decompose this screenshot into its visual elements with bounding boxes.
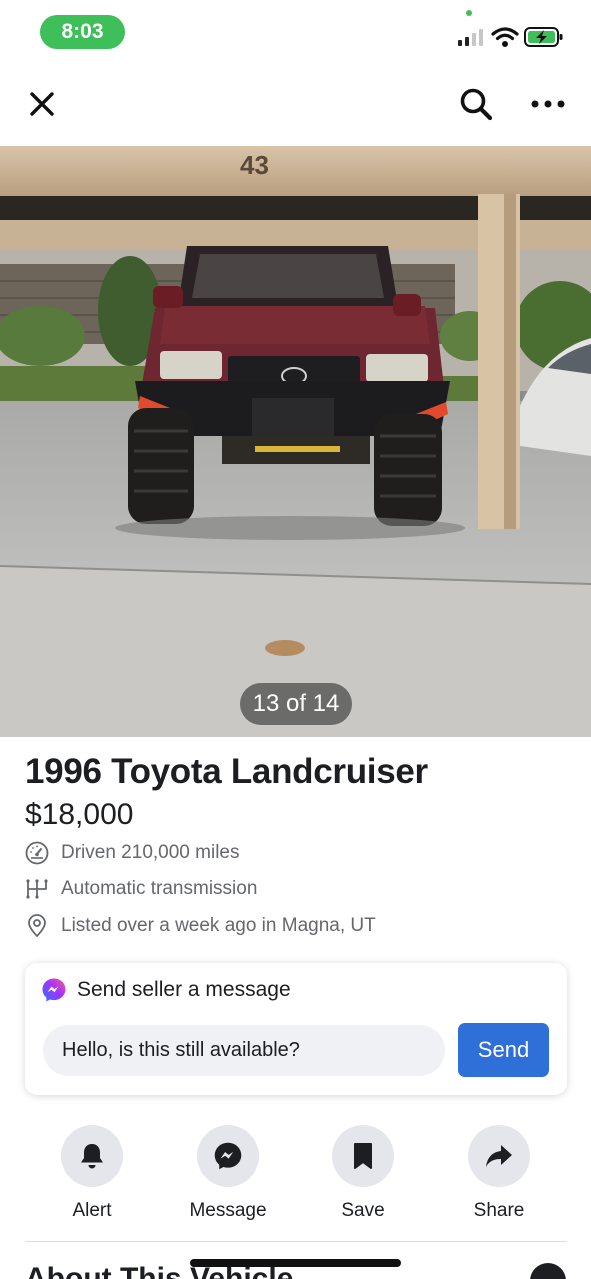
action-row: Alert Message Save Share	[0, 1125, 591, 1225]
alert-button-label: Alert	[72, 1200, 112, 1221]
save-button[interactable]: Save	[303, 1125, 423, 1222]
message-button-label: Message	[189, 1200, 267, 1221]
message-button[interactable]: Message	[168, 1125, 288, 1222]
status-indicator-dot	[466, 10, 472, 16]
save-button-label: Save	[341, 1200, 385, 1221]
detail-location: Listed over a week ago in Magna, UT	[25, 911, 376, 941]
bell-icon	[81, 1144, 103, 1169]
share-button-label: Share	[473, 1200, 525, 1221]
message-card-header: Send seller a message	[41, 977, 291, 1003]
vehicle-photo-image: 43	[0, 146, 591, 737]
save-button-circle	[332, 1125, 394, 1187]
detail-location-text: Listed over a week ago in Magna, UT	[61, 915, 376, 936]
share-button[interactable]: Share	[439, 1125, 559, 1222]
more-options-button[interactable]	[528, 84, 568, 124]
alert-button-circle	[61, 1125, 123, 1187]
search-button[interactable]	[456, 84, 496, 124]
home-indicator[interactable]	[190, 1259, 401, 1267]
photo-counter: 13 of 14	[240, 683, 352, 725]
battery-charging-icon	[524, 27, 563, 47]
message-input[interactable]	[43, 1025, 445, 1076]
share-arrow-icon	[486, 1145, 512, 1167]
message-card-heading: Send seller a message	[77, 978, 291, 1001]
signal-icon	[458, 28, 486, 46]
location-pin-icon	[25, 914, 49, 938]
transmission-icon	[25, 877, 49, 901]
more-options-icon	[531, 100, 565, 108]
close-icon	[30, 92, 54, 116]
message-seller-card: Send seller a message Send	[25, 963, 567, 1095]
detail-mileage-text: Driven 210,000 miles	[61, 842, 240, 863]
close-button[interactable]	[22, 84, 62, 124]
detail-transmission: Automatic transmission	[25, 874, 257, 904]
listing-price: $18,000	[25, 798, 134, 831]
detail-transmission-text: Automatic transmission	[61, 878, 258, 899]
listing-photo[interactable]: 43	[0, 146, 591, 737]
alert-button[interactable]: Alert	[32, 1125, 152, 1222]
detail-mileage: Driven 210,000 miles	[25, 838, 239, 868]
bookmark-icon	[354, 1143, 372, 1169]
send-button[interactable]: Send	[458, 1023, 549, 1077]
messenger-logo-icon	[42, 978, 66, 1002]
listing-title: 1996 Toyota Landcruiser	[25, 752, 428, 791]
search-icon	[460, 88, 493, 121]
status-bar: 8:03	[0, 0, 591, 62]
info-icon[interactable]	[530, 1263, 566, 1279]
messenger-icon	[214, 1142, 242, 1170]
wifi-icon	[491, 27, 519, 47]
section-divider	[25, 1241, 567, 1242]
status-time: 8:03	[40, 15, 125, 49]
spot-number: 43	[240, 150, 269, 180]
share-button-circle	[468, 1125, 530, 1187]
speedometer-icon	[25, 841, 49, 865]
top-nav	[0, 62, 591, 146]
message-button-circle	[197, 1125, 259, 1187]
